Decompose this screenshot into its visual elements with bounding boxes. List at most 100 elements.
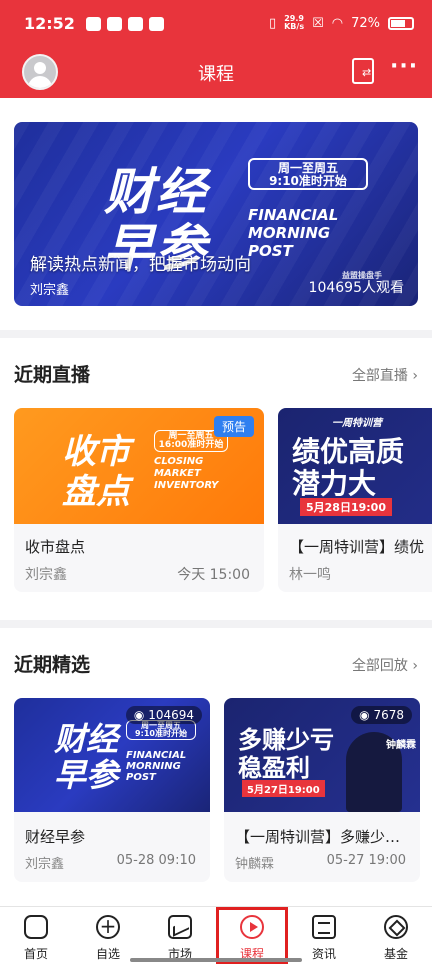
card-title: 【一周特训营】绩优 bbox=[289, 538, 425, 556]
card-host: 钟麟霖 bbox=[235, 857, 275, 872]
app-icon bbox=[149, 17, 164, 31]
banner-english-line1: FINANCIAL bbox=[248, 206, 339, 224]
nav-label: 基金 bbox=[383, 947, 408, 961]
banner-views: 104695人观看 bbox=[308, 280, 404, 296]
picks-section: 近期精选 全部回放 › 财经 早参 周一至周五 9:10准时开始 FINANCI… bbox=[0, 628, 432, 906]
view-count-badge: ◉ 7678 bbox=[351, 706, 412, 724]
live-section: 近期直播 全部直播 › 收市 盘点 周一至周五 16:00准时开始 CLOSIN… bbox=[0, 338, 432, 620]
thumb-art-line2: 潜力大 bbox=[292, 467, 377, 500]
thumb-art-line2: 稳盈利 bbox=[238, 754, 310, 782]
top-bar: 12:52 ▯ 29.9 KB/s ☒ ◠ 72% 课程 ··· bbox=[0, 0, 432, 98]
bottom-nav: 首页 自选 市场 课程 资讯 基金 bbox=[0, 906, 432, 964]
sim-icon: ☒ bbox=[312, 15, 324, 31]
banner-schedule-line2: 9:10准时开始 bbox=[269, 174, 347, 188]
banner-english-line2: MORNING bbox=[248, 224, 331, 242]
chart-icon bbox=[168, 915, 192, 939]
thumb-art-line2: 盘点 bbox=[62, 472, 130, 512]
thumb-english-line3: POST bbox=[126, 772, 156, 783]
thumb-english: CLOSING MARKET INVENTORY bbox=[154, 456, 219, 491]
news-icon bbox=[312, 915, 336, 939]
notification-icon bbox=[86, 17, 101, 31]
divider bbox=[0, 330, 432, 338]
fund-icon bbox=[384, 915, 408, 939]
replay-card[interactable]: 财经 早参 周一至周五 9:10准时开始 FINANCIAL MORNING P… bbox=[14, 698, 210, 882]
thumb-english: FINANCIAL MORNING POST bbox=[126, 750, 186, 783]
thumb-art-line2: 早参 bbox=[54, 756, 119, 794]
nav-item-market[interactable]: 市场 bbox=[144, 907, 216, 964]
thumb-top-brand: 一周特训营 bbox=[332, 418, 382, 429]
live-card-list[interactable]: 收市 盘点 周一至周五 16:00准时开始 CLOSING MARKET INV… bbox=[14, 408, 432, 592]
status-right: ▯ 29.9 KB/s ☒ ◠ 72% bbox=[269, 15, 414, 31]
eye-icon: ◉ bbox=[133, 708, 145, 722]
section-header: 近期精选 全部回放 › bbox=[14, 628, 432, 698]
banner-section: 财经 早参 周一至周五 9:10准时开始 FINANCIAL MORNING P… bbox=[0, 98, 432, 330]
banner-english: FINANCIAL MORNING POST bbox=[248, 206, 338, 260]
banner-host: 刘宗鑫 bbox=[30, 283, 70, 298]
net-speed: 29.9 KB/s bbox=[284, 15, 304, 31]
view-count-badge: ◉ 104694 bbox=[125, 706, 202, 724]
nav-item-news[interactable]: 资讯 bbox=[288, 907, 360, 964]
card-time: 05-27 19:00 bbox=[326, 853, 406, 868]
banner-headline: 解读热点新闻，把握市场动向 bbox=[30, 255, 251, 275]
card-time: 05-28 09:10 bbox=[116, 853, 196, 868]
live-card-thumb: 一周特训营 绩优高质 潜力大 5月28日19:00 bbox=[278, 408, 432, 524]
all-replay-link[interactable]: 全部回放 › bbox=[352, 655, 418, 675]
nav-item-courses[interactable]: 课程 bbox=[216, 907, 288, 964]
section-header: 近期直播 全部直播 › bbox=[14, 338, 432, 408]
live-card[interactable]: 收市 盘点 周一至周五 16:00准时开始 CLOSING MARKET INV… bbox=[14, 408, 264, 592]
plus-circle-icon bbox=[96, 914, 120, 939]
battery-icon bbox=[388, 16, 414, 30]
vibrate-icon: ▯ bbox=[268, 15, 277, 31]
more-icon[interactable]: ··· bbox=[390, 54, 418, 79]
thumb-date: 5月27日19:00 bbox=[242, 780, 325, 797]
eye-icon: ◉ bbox=[359, 708, 370, 722]
nav-item-watchlist[interactable]: 自选 bbox=[72, 907, 144, 964]
presenter-name: 钟麟霖 bbox=[386, 740, 416, 751]
section-title: 近期直播 bbox=[14, 364, 91, 386]
thumb-date: 5月28日19:00 bbox=[300, 498, 392, 516]
nav-item-home[interactable]: 首页 bbox=[0, 907, 72, 964]
banner-english-line3: POST bbox=[248, 242, 293, 260]
home-indicator[interactable] bbox=[130, 958, 302, 962]
main-content[interactable]: 财经 早参 周一至周五 9:10准时开始 FINANCIAL MORNING P… bbox=[0, 98, 432, 906]
replay-card[interactable]: 多赚少亏 稳盈利 5月27日19:00 钟麟霖 ◉ 7678 【一周特训营】多赚… bbox=[224, 698, 420, 882]
replay-card-thumb: 多赚少亏 稳盈利 5月27日19:00 钟麟霖 ◉ 7678 bbox=[224, 698, 420, 812]
replay-card-thumb: 财经 早参 周一至周五 9:10准时开始 FINANCIAL MORNING P… bbox=[14, 698, 210, 812]
card-title: 【一周特训营】多赚少… bbox=[235, 828, 401, 846]
featured-banner[interactable]: 财经 早参 周一至周五 9:10准时开始 FINANCIAL MORNING P… bbox=[14, 122, 418, 306]
battery-percent: 72% bbox=[351, 15, 380, 31]
preview-badge: 预告 bbox=[213, 416, 254, 437]
app-icon bbox=[128, 17, 143, 31]
wifi-icon: ◠ bbox=[331, 15, 344, 31]
thumb-english-line2: MORNING bbox=[126, 761, 181, 772]
card-time: 今天 15:00 bbox=[177, 567, 250, 583]
notification-icons bbox=[86, 17, 164, 31]
view-count: 104694 bbox=[148, 708, 194, 722]
banner-schedule: 周一至周五 9:10准时开始 bbox=[248, 158, 368, 190]
play-circle-icon bbox=[240, 915, 264, 939]
mail-icon bbox=[107, 17, 122, 31]
thumb-english-line1: FINANCIAL bbox=[126, 750, 187, 761]
card-title: 财经早参 bbox=[25, 828, 86, 846]
status-time: 12:52 bbox=[24, 14, 75, 33]
net-speed-unit: KB/s bbox=[284, 22, 305, 31]
card-host: 刘宗鑫 bbox=[25, 567, 67, 583]
status-bar: 12:52 ▯ 29.9 KB/s ☒ ◠ 72% bbox=[0, 0, 432, 48]
thumb-schedule-line2: 16:00准时开始 bbox=[158, 440, 224, 450]
live-card[interactable]: 一周特训营 绩优高质 潜力大 5月28日19:00 【一周特训营】绩优 林一鸣 bbox=[278, 408, 432, 592]
divider bbox=[0, 620, 432, 628]
card-title: 收市盘点 bbox=[25, 538, 86, 556]
device-switch-icon[interactable] bbox=[352, 58, 374, 84]
thumb-schedule-line2: 9:10准时开始 bbox=[135, 729, 187, 738]
picks-card-list[interactable]: 财经 早参 周一至周五 9:10准时开始 FINANCIAL MORNING P… bbox=[14, 698, 432, 882]
nav-label: 首页 bbox=[23, 947, 48, 961]
card-host: 林一鸣 bbox=[289, 567, 331, 583]
home-icon bbox=[24, 915, 48, 939]
section-title: 近期精选 bbox=[14, 654, 91, 676]
live-card-thumb: 收市 盘点 周一至周五 16:00准时开始 CLOSING MARKET INV… bbox=[14, 408, 264, 524]
view-count: 7678 bbox=[373, 708, 404, 722]
all-live-link[interactable]: 全部直播 › bbox=[352, 365, 418, 385]
nav-item-fund[interactable]: 基金 bbox=[360, 907, 432, 964]
app-header: 课程 ··· bbox=[0, 48, 432, 96]
card-host: 刘宗鑫 bbox=[25, 857, 65, 872]
